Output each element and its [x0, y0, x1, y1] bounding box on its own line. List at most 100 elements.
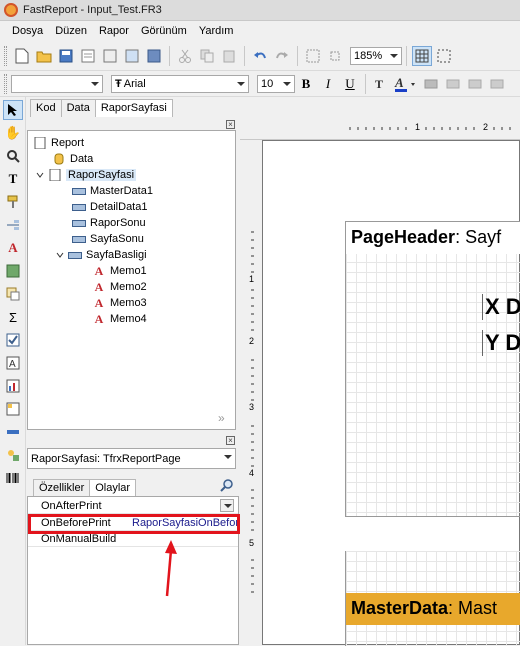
hand-icon[interactable]: ✋: [3, 123, 23, 143]
band-icon: [72, 233, 86, 245]
barcode-icon[interactable]: [3, 468, 23, 488]
highlight-icon[interactable]: [421, 74, 441, 94]
tab-data[interactable]: Data: [60, 99, 96, 117]
checkbox-tool-icon[interactable]: [3, 330, 23, 350]
font-size-select[interactable]: 10: [257, 74, 295, 93]
edit-tools-icon[interactable]: [144, 46, 164, 66]
tree-label: RaporSayfasi: [66, 169, 137, 181]
image-icon[interactable]: [122, 46, 142, 66]
highlight-annotation-box: [28, 514, 240, 534]
menu-bar: Dosya Düzen Rapor Görünüm Yardım: [0, 21, 520, 41]
crosstab-icon[interactable]: [3, 399, 23, 419]
ungroup-icon[interactable]: [325, 46, 345, 66]
cut-icon[interactable]: [175, 46, 195, 66]
band-icon: [72, 217, 86, 229]
band-icon: [72, 201, 86, 213]
rotate-icon[interactable]: [443, 74, 463, 94]
page-header-band[interactable]: PageHeader: Sayf X D Y D: [345, 221, 520, 517]
paste-icon[interactable]: [219, 46, 239, 66]
subreport-icon[interactable]: [3, 284, 23, 304]
page-setup-icon[interactable]: [100, 46, 120, 66]
memo-y-field[interactable]: Y D: [482, 330, 520, 356]
preview-icon[interactable]: [78, 46, 98, 66]
band-insert-icon[interactable]: [3, 215, 23, 235]
menu-dosya[interactable]: Dosya: [6, 25, 49, 37]
font-settings-icon[interactable]: T: [371, 74, 391, 94]
tab-ozellikler[interactable]: Özellikler: [33, 479, 91, 497]
text-tool-icon[interactable]: T: [3, 169, 23, 189]
property-row-onafterprint[interactable]: OnAfterPrint: [28, 498, 238, 514]
object-select[interactable]: RaporSayfasi: TfrxReportPage: [27, 448, 236, 469]
copy-icon[interactable]: [197, 46, 217, 66]
snap-grid-icon[interactable]: [434, 46, 454, 66]
shape-tool-icon[interactable]: [3, 445, 23, 465]
tab-olaylar[interactable]: Olaylar: [89, 479, 137, 497]
tree-label: MasterData1: [90, 185, 153, 197]
toolbar-grip[interactable]: [4, 45, 7, 66]
bold-button[interactable]: B: [296, 74, 316, 94]
zoom-select[interactable]: 185%: [350, 46, 402, 65]
tab-raporsayfasi[interactable]: RaporSayfasi: [94, 99, 173, 117]
grid-icon[interactable]: [412, 45, 432, 66]
menu-gorunum[interactable]: Görünüm: [135, 25, 193, 37]
close-tree-panel-icon[interactable]: ×: [226, 120, 235, 129]
undo-icon[interactable]: [250, 46, 270, 66]
close-inspector-panel-icon[interactable]: ×: [226, 436, 235, 445]
save-icon[interactable]: [56, 46, 76, 66]
memo-tool-icon[interactable]: A: [3, 238, 23, 258]
tree-label: Memo2: [110, 281, 147, 293]
memo-x-field[interactable]: X D: [482, 294, 520, 320]
picture-tool-icon[interactable]: [3, 261, 23, 281]
sum-icon[interactable]: Σ: [3, 307, 23, 327]
tree-node-raporsonu[interactable]: RaporSonu: [72, 215, 146, 231]
chevron-down-icon: [283, 81, 291, 86]
richtext-icon[interactable]: A: [3, 353, 23, 373]
ruler-label: 2: [483, 122, 489, 132]
menu-yardim[interactable]: Yardım: [193, 25, 240, 37]
select-arrow-icon[interactable]: [3, 100, 23, 120]
band-name: MasterData: [351, 598, 449, 618]
tree-node-memo1[interactable]: A Memo1: [92, 263, 147, 279]
frame-icon[interactable]: [487, 74, 507, 94]
tree-node-detaildata1[interactable]: DetailData1: [72, 199, 147, 215]
font-color-icon[interactable]: A: [393, 74, 419, 94]
italic-button[interactable]: I: [318, 74, 338, 94]
tree-node-report[interactable]: Report: [33, 135, 84, 151]
font-name-select[interactable]: Ŧ Arial: [111, 74, 249, 93]
report-tree: Report Data RaporSayfasi MasterData1 Det…: [27, 130, 236, 430]
tree-node-masterdata1[interactable]: MasterData1: [72, 183, 153, 199]
ruler-ticks: [251, 231, 254, 593]
menu-duzen[interactable]: Düzen: [49, 25, 93, 37]
tree-label: Memo1: [110, 265, 147, 277]
chart-tool-icon[interactable]: [3, 376, 23, 396]
tree-node-memo4[interactable]: A Memo4: [92, 311, 147, 327]
zoom-icon[interactable]: [3, 146, 23, 166]
search-icon[interactable]: [220, 478, 234, 495]
new-report-icon[interactable]: [12, 46, 32, 66]
underline-button[interactable]: U: [340, 74, 360, 94]
chevron-down-icon: [224, 455, 232, 459]
ruler-label: 1: [249, 274, 255, 284]
tree-node-memo2[interactable]: A Memo2: [92, 279, 147, 295]
ruler-label: 2: [249, 336, 255, 346]
svg-text:A: A: [394, 76, 404, 90]
tree-node-data[interactable]: Data: [52, 151, 93, 167]
tab-kod[interactable]: Kod: [30, 99, 62, 117]
style-select[interactable]: [11, 74, 103, 93]
line-tool-icon[interactable]: [3, 422, 23, 442]
tree-node-sayfasonu[interactable]: SayfaSonu: [72, 231, 144, 247]
redo-icon[interactable]: [272, 46, 292, 66]
tree-node-sayfabasligi[interactable]: SayfaBasligi: [56, 247, 147, 263]
expand-chevron-icon[interactable]: »: [218, 411, 225, 425]
align-icon[interactable]: [465, 74, 485, 94]
format-painter-icon[interactable]: [3, 192, 23, 212]
group-icon[interactable]: [303, 46, 323, 66]
master-data-band[interactable]: MasterData: Mast: [345, 551, 520, 646]
menu-rapor[interactable]: Rapor: [93, 25, 135, 37]
tree-node-memo3[interactable]: A Memo3: [92, 295, 147, 311]
tree-node-raporsayfasi[interactable]: RaporSayfasi: [36, 167, 137, 183]
open-folder-icon[interactable]: [34, 46, 54, 66]
property-dropdown-button[interactable]: [220, 499, 234, 512]
report-page-canvas[interactable]: PageHeader: Sayf X D Y D MasterData: Mas…: [262, 140, 520, 646]
toolbar-grip[interactable]: [4, 73, 7, 94]
